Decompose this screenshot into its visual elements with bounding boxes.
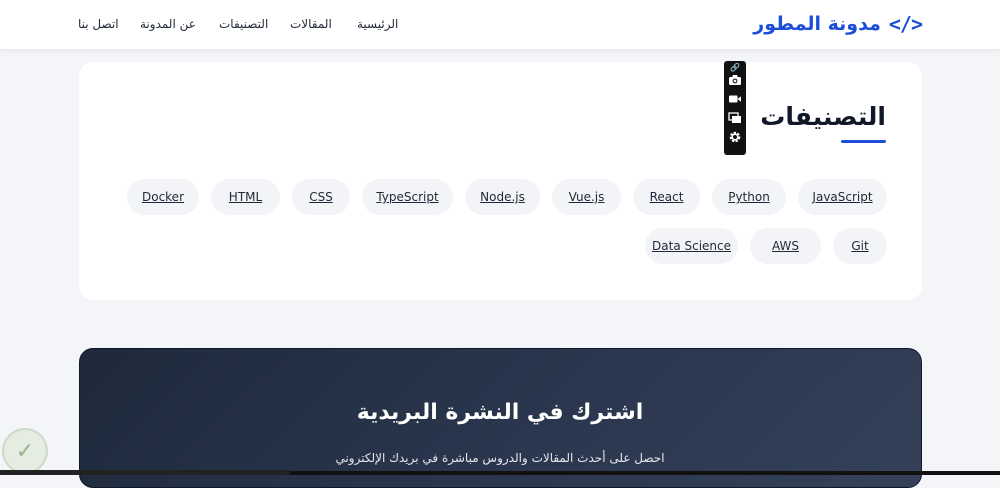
categories-title: التصنيفات xyxy=(760,102,886,131)
shield-icon: ✓ xyxy=(2,428,48,474)
tag-docker[interactable]: Docker xyxy=(127,179,199,215)
newsletter-title: اشترك في النشرة البريدية xyxy=(356,400,644,425)
logo-text: مدونة المطور xyxy=(753,13,881,35)
tag-typescript[interactable]: TypeScript xyxy=(362,179,453,215)
nav-link-contact[interactable]: اتصل بنا xyxy=(78,17,119,31)
tag-react[interactable]: React xyxy=(633,179,700,215)
tag-git[interactable]: Git xyxy=(833,228,887,264)
tag-data-science[interactable]: Data Science xyxy=(645,228,738,264)
newsletter-subtitle: احصل على أحدث المقالات والدروس مباشرة في… xyxy=(335,451,665,465)
bottom-strip-left xyxy=(0,470,290,475)
code-icon: </> xyxy=(888,12,923,36)
nav-link-categories[interactable]: التصنيفات xyxy=(219,17,268,31)
tag-nodejs[interactable]: Node.js xyxy=(465,179,540,215)
tag-python[interactable]: Python xyxy=(712,179,786,215)
nav-link-about[interactable]: عن المدونة xyxy=(140,17,196,31)
nav-link-articles[interactable]: المقالات xyxy=(290,17,332,31)
capture-toolbar: 🔗 xyxy=(724,61,746,155)
tag-aws[interactable]: AWS xyxy=(750,228,821,264)
link-icon[interactable]: 🔗 xyxy=(725,63,745,73)
camera-icon[interactable] xyxy=(725,73,745,92)
nav-link-home[interactable]: الرئيسية xyxy=(357,17,398,31)
tag-css[interactable]: CSS xyxy=(292,179,350,215)
tag-vuejs[interactable]: Vue.js xyxy=(552,179,621,215)
video-icon[interactable] xyxy=(725,92,745,111)
title-underline xyxy=(841,140,886,143)
tag-javascript[interactable]: JavaScript xyxy=(798,179,887,215)
windows-icon[interactable] xyxy=(725,111,745,130)
site-header: </> مدونة المطور الرئيسية المقالات التصن… xyxy=(0,0,1000,50)
gear-icon[interactable] xyxy=(725,130,745,149)
site-logo[interactable]: </> مدونة المطور xyxy=(753,12,923,36)
tag-html[interactable]: HTML xyxy=(211,179,280,215)
